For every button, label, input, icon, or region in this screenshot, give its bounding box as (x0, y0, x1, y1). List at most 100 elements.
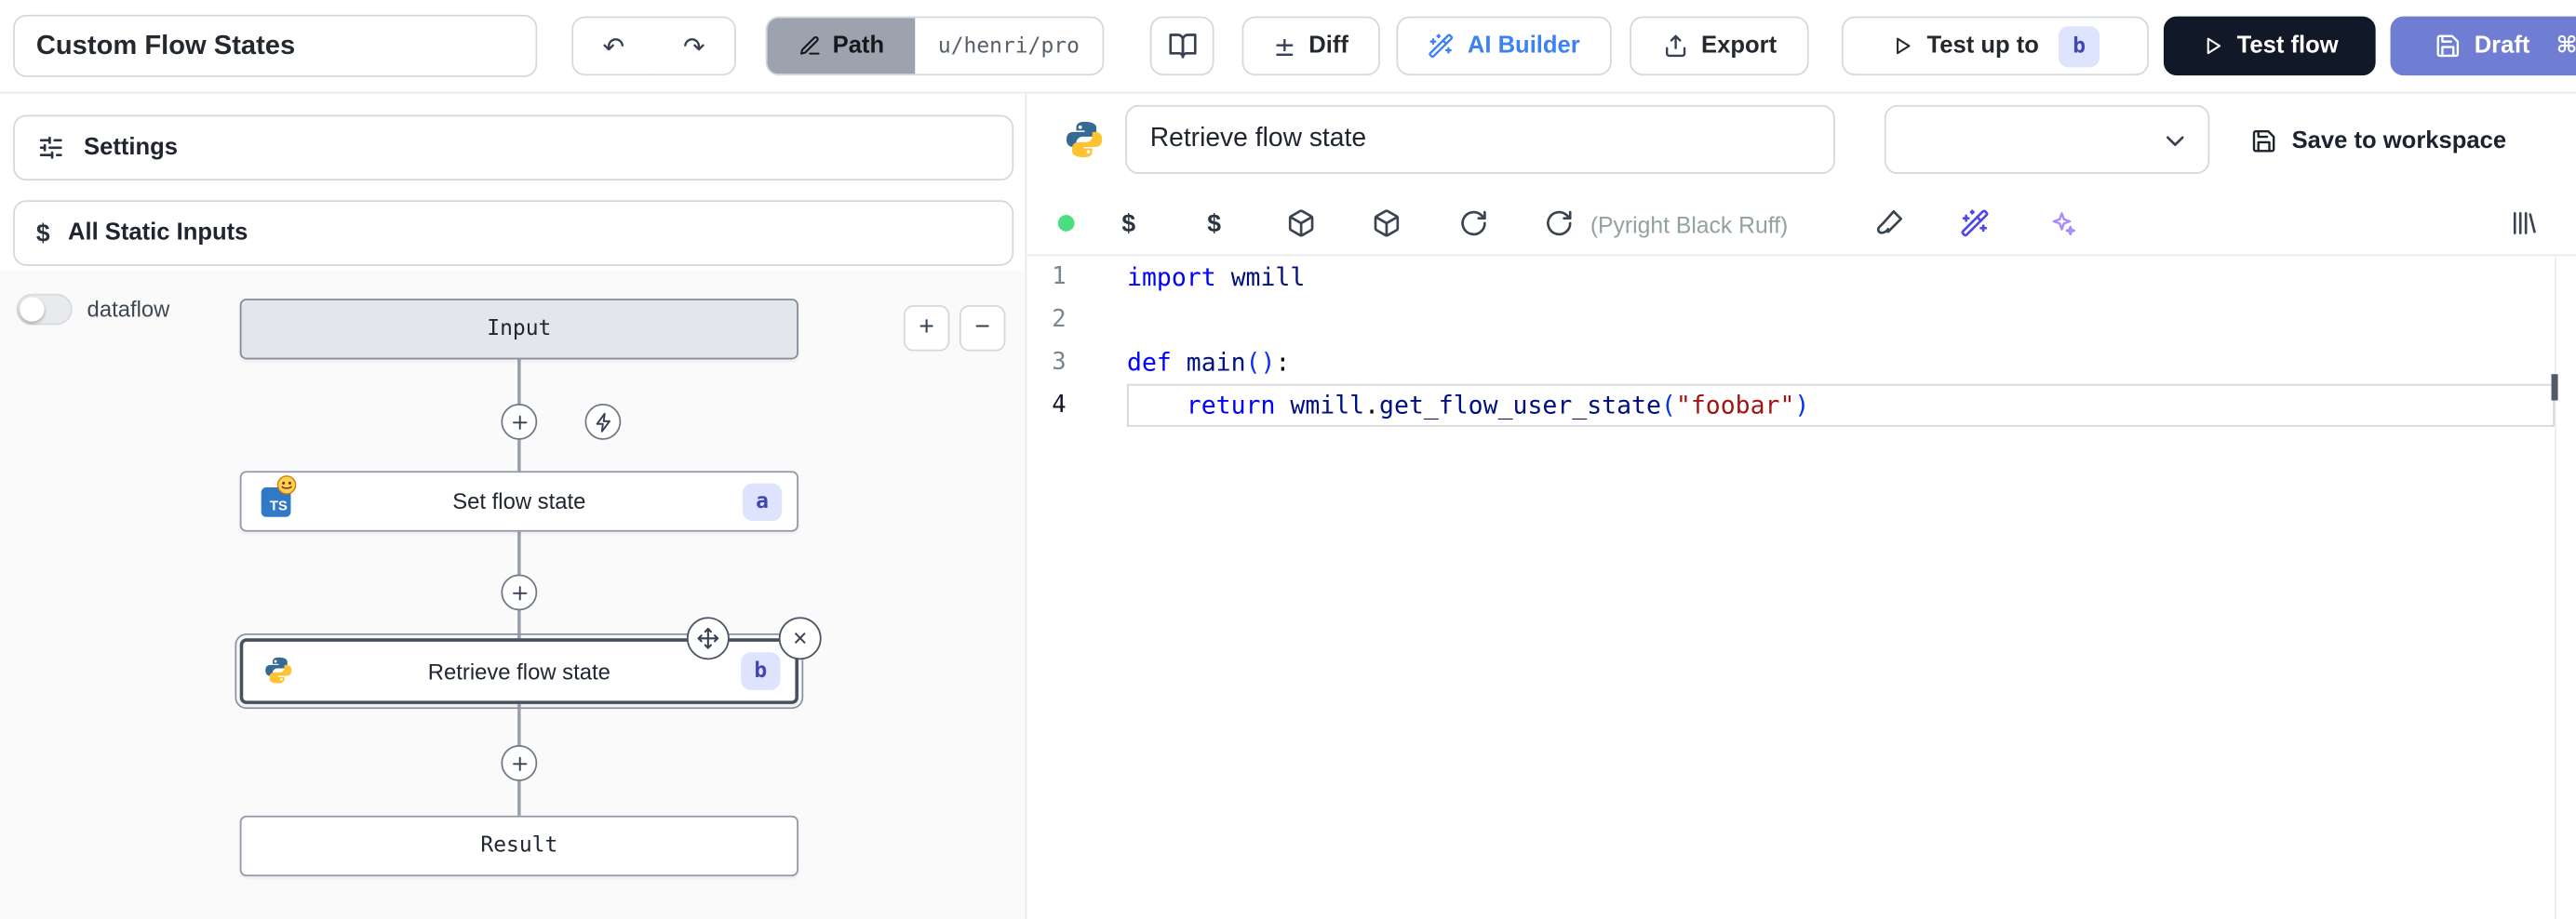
draft-button[interactable]: Draft ⌘ (2391, 17, 2576, 76)
static-inputs-row[interactable]: $ All Static Inputs (13, 200, 1013, 266)
dataflow-label: dataflow (87, 297, 170, 321)
refresh-button-2[interactable] (1536, 200, 1582, 246)
resource-picker-button[interactable]: $ (1191, 200, 1237, 246)
format-code-button[interactable] (1866, 200, 1912, 246)
redo-button[interactable]: ↷ (654, 18, 735, 73)
topbar: ↶ ↷ Path u/henri/pro ± Diff AI Builder E… (0, 0, 2576, 94)
dollar-icon: $ (1207, 209, 1221, 237)
plus-icon: + (919, 313, 933, 343)
paintbrush-icon (1874, 208, 1904, 238)
export-button[interactable]: Export (1630, 17, 1808, 76)
plus-icon (508, 411, 530, 433)
sparkles-icon (2047, 208, 2077, 238)
assistants-label: (Pyright Black Ruff) (1590, 193, 1788, 254)
emoji-icon (276, 473, 298, 495)
diff-button[interactable]: ± Diff (1242, 17, 1380, 76)
toggle-knob (20, 297, 44, 321)
trigger-button[interactable] (584, 404, 621, 440)
insert-step-button[interactable] (501, 575, 537, 611)
close-icon: × (793, 624, 807, 652)
docs-button[interactable] (1150, 17, 1214, 76)
path-value[interactable]: u/henri/pro (915, 18, 1102, 73)
save-icon (2435, 33, 2461, 59)
code-editor[interactable]: 1234 import wmilldef main(): return wmil… (1026, 256, 2576, 919)
plus-icon (508, 581, 530, 603)
windmill-flow-editor-app: ↶ ↷ Path u/henri/pro ± Diff AI Builder E… (0, 0, 2576, 919)
step-name-input[interactable] (1125, 105, 1835, 174)
pencil-icon (798, 34, 822, 58)
static-inputs-label: All Static Inputs (68, 220, 248, 246)
dataflow-toggle-group: dataflow (17, 294, 170, 326)
package-button[interactable] (1278, 200, 1323, 246)
test-flow-button[interactable]: Test flow (2164, 17, 2376, 76)
test-flow-label: Test flow (2237, 33, 2339, 59)
editor-toolbar: $ $ (Pyright Black Ruff) (1026, 193, 2576, 254)
save-icon (2250, 128, 2276, 154)
editor-code: import wmilldef main(): return wmill.get… (1127, 256, 1809, 426)
save-to-workspace-button[interactable]: Save to workspace (2250, 120, 2506, 163)
dataflow-toggle[interactable] (17, 294, 73, 326)
delete-step-button[interactable]: × (779, 617, 822, 659)
ai-sparkle-button[interactable] (2039, 200, 2085, 246)
refresh-button[interactable] (1451, 200, 1496, 246)
flow-graph-canvas: dataflow + − Input TS Set flow state a (0, 271, 1026, 919)
flow-node-set-flow-state[interactable]: TS Set flow state a (240, 471, 798, 531)
refresh-icon (1459, 208, 1489, 238)
export-label: Export (1701, 33, 1777, 59)
ai-generate-button[interactable] (1952, 200, 1997, 246)
library-icon (2509, 208, 2539, 238)
dollar-icon: $ (1121, 209, 1135, 237)
library-button[interactable] (2501, 200, 2546, 246)
insert-step-button[interactable] (501, 745, 537, 781)
zoom-out-button[interactable]: − (959, 305, 1005, 351)
flow-node-input[interactable]: Input (240, 299, 798, 359)
plus-icon (508, 753, 530, 774)
package-icon (1372, 208, 1402, 238)
magic-wand-icon (1960, 208, 1990, 238)
step-id-badge: b (2059, 25, 2100, 66)
flow-panel: Settings $ All Static Inputs dataflow + … (0, 94, 1026, 919)
chevron-down-icon (2160, 127, 2190, 156)
flow-name-input[interactable] (13, 15, 537, 77)
settings-label: Settings (84, 135, 178, 161)
zoom-in-button[interactable]: + (904, 305, 949, 351)
editor-gutter: 1234 (1026, 256, 1066, 426)
flow-node-result[interactable]: Result (240, 816, 798, 876)
step-badge-a: a (743, 483, 782, 521)
step-select[interactable] (1885, 105, 2210, 174)
play-icon (1891, 34, 1914, 58)
refresh-icon (1544, 208, 1574, 238)
insert-step-button[interactable] (501, 404, 537, 440)
typescript-icon: TS (262, 485, 294, 517)
test-up-to-button[interactable]: Test up to b (1842, 17, 2149, 76)
path-group: Path u/henri/pro (766, 17, 1105, 76)
export-icon (1662, 33, 1688, 59)
command-shortcut: ⌘ (2556, 33, 2576, 59)
redo-icon: ↷ (683, 31, 705, 62)
undo-button[interactable]: ↶ (573, 18, 654, 73)
settings-row[interactable]: Settings (13, 115, 1013, 181)
undo-redo-group: ↶ ↷ (571, 17, 736, 76)
ai-builder-button[interactable]: AI Builder (1397, 17, 1612, 76)
variable-picker-button[interactable]: $ (1106, 200, 1151, 246)
path-button[interactable]: Path (767, 18, 915, 73)
package-button-2[interactable] (1363, 200, 1409, 246)
status-dot (1058, 215, 1075, 232)
move-icon (696, 627, 719, 650)
package-icon (1286, 208, 1316, 238)
result-node-label: Result (480, 833, 557, 858)
bolt-icon (592, 411, 613, 433)
python-icon (1063, 118, 1106, 161)
sliders-icon (36, 133, 66, 163)
save-to-workspace-label: Save to workspace (2292, 128, 2507, 154)
input-node-label: Input (487, 317, 551, 341)
ai-builder-label: AI Builder (1468, 33, 1580, 59)
flow-node-retrieve-flow-state[interactable]: Retrieve flow state b × (240, 638, 798, 704)
dollar-icon: $ (36, 220, 50, 247)
magic-wand-icon (1428, 33, 1454, 59)
node-label: Retrieve flow state (428, 659, 610, 683)
node-label: Set flow state (452, 489, 585, 513)
move-step-button[interactable] (687, 617, 730, 659)
draft-label: Draft (2475, 33, 2530, 59)
test-up-to-label: Test up to (1927, 33, 2039, 59)
